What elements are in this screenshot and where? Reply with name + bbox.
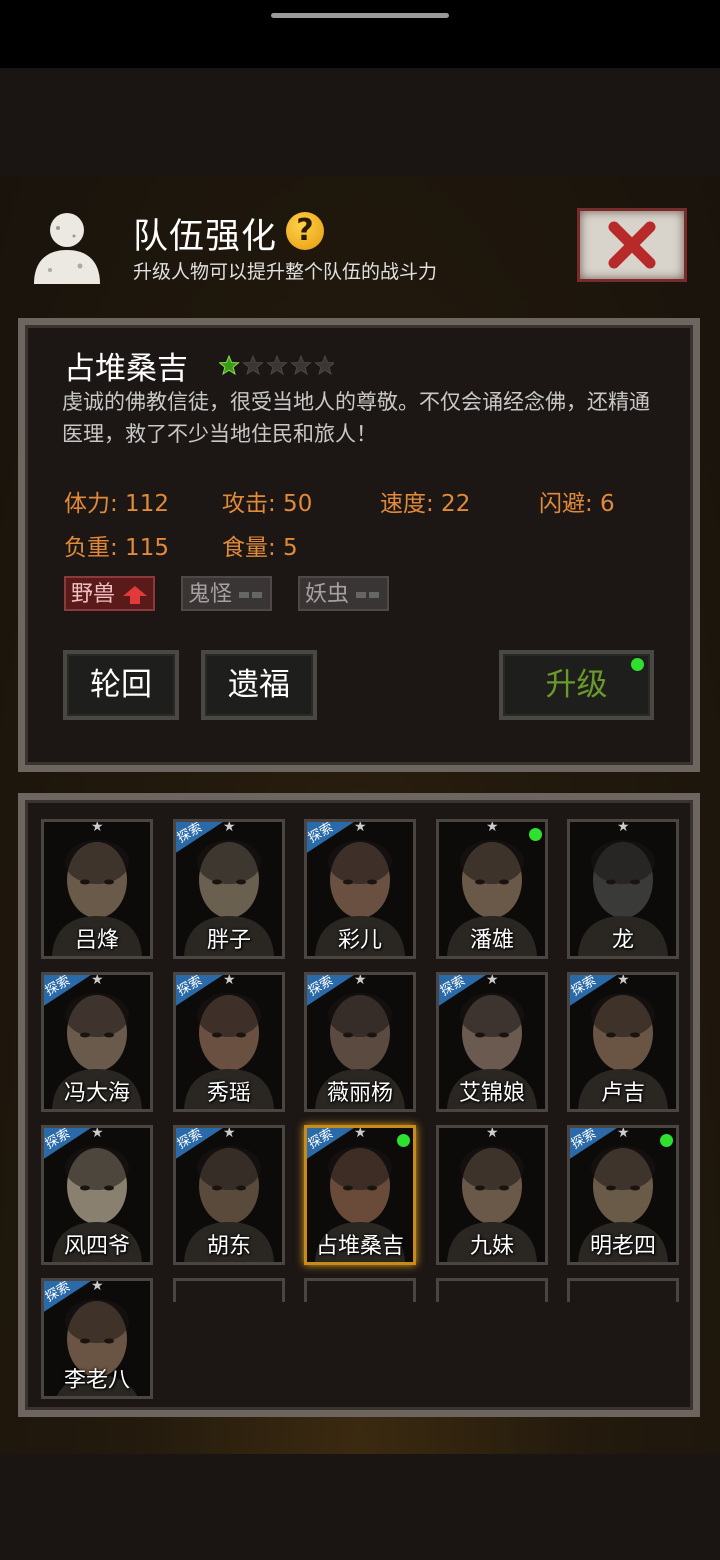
upgrade-available-dot [397, 1134, 410, 1147]
character-label: 龙 [611, 928, 634, 953]
explore-badge: 探索 [570, 975, 620, 1007]
roster-slot-6[interactable]: ★ 冯大海 探索 [41, 972, 153, 1112]
neutral-icon [356, 592, 379, 598]
roster-slot-1[interactable]: ★ 吕烽 [41, 819, 153, 959]
upgrade-available-dot [631, 658, 644, 671]
tag-beast: 野兽 [64, 576, 155, 611]
team-avatar-icon [30, 208, 104, 284]
roster-slot-16[interactable]: ★ 李老八 探索 [41, 1278, 153, 1399]
stat-load: 负重: 115 [64, 535, 169, 561]
explore-badge: 探索 [307, 822, 357, 854]
empty-roster-slot [173, 1278, 285, 1302]
close-icon [608, 221, 656, 269]
character-label: 占堆桑吉 [315, 1234, 404, 1259]
character-label: 九妹 [469, 1234, 514, 1259]
empty-roster-slot [567, 1278, 679, 1302]
close-button[interactable] [577, 208, 687, 282]
explore-badge: 探索 [307, 1128, 357, 1160]
character-label: 冯大海 [63, 1081, 130, 1106]
arrow-up-icon [123, 586, 147, 604]
upgrade-available-dot [529, 828, 542, 841]
rank-star-icon: ★ [617, 819, 630, 835]
upgrade-available-dot [660, 1134, 673, 1147]
legacy-button[interactable]: 遗福 [201, 650, 317, 720]
character-label: 胡东 [206, 1234, 251, 1259]
status-bar [0, 0, 720, 68]
stat-attack: 攻击: 50 [222, 491, 313, 517]
roster-slot-10[interactable]: ★ 卢吉 探索 [567, 972, 679, 1112]
star-filled-icon [218, 354, 240, 376]
character-label: 秀瑶 [206, 1081, 251, 1106]
character-label: 卢吉 [600, 1081, 645, 1106]
home-indicator[interactable] [271, 13, 449, 18]
stat-speed: 速度: 22 [380, 491, 471, 517]
character-label: 薇丽杨 [326, 1081, 393, 1106]
roster-slot-15[interactable]: ★ 明老四 探索 [567, 1125, 679, 1265]
stat-stamina: 体力: 112 [64, 491, 169, 517]
explore-badge: 探索 [439, 975, 489, 1007]
star-empty-icon [290, 354, 312, 376]
stat-food: 食量: 5 [222, 535, 298, 561]
roster-slot-13[interactable]: ★ 占堆桑吉 探索 [304, 1125, 416, 1265]
rank-star-icon: ★ [486, 819, 499, 835]
explore-badge: 探索 [44, 1128, 94, 1160]
roster-slot-5[interactable]: ★ 龙 [567, 819, 679, 959]
character-label: 风四爷 [63, 1234, 130, 1259]
roster-slot-8[interactable]: ★ 薇丽杨 探索 [304, 972, 416, 1112]
roster-slot-14[interactable]: ★ 九妹 [436, 1125, 548, 1265]
tag-ghost-label: 鬼怪 [188, 582, 233, 607]
star-empty-icon [314, 354, 336, 376]
roster-slot-3[interactable]: ★ 彩儿 探索 [304, 819, 416, 959]
character-label: 明老四 [589, 1234, 656, 1259]
character-label: 吕烽 [74, 928, 119, 953]
explore-badge: 探索 [176, 1128, 226, 1160]
stat-dodge: 闪避: 6 [539, 491, 615, 517]
character-label: 胖子 [206, 928, 251, 953]
explore-badge: 探索 [44, 1281, 94, 1313]
top-spacer [0, 68, 720, 176]
rank-star-icon: ★ [91, 819, 104, 835]
tag-beast-label: 野兽 [71, 582, 116, 607]
help-icon[interactable]: ? [286, 212, 324, 250]
explore-badge: 探索 [176, 975, 226, 1007]
roster-slot-12[interactable]: ★ 胡东 探索 [173, 1125, 285, 1265]
character-label: 彩儿 [337, 928, 382, 953]
explore-badge: 探索 [307, 975, 357, 1007]
rank-star-icon: ★ [486, 1125, 499, 1141]
character-description: 虔诚的佛教信徒，很受当地人的尊敬。不仅会诵经念佛，还精通医理，救了不少当地住民和… [62, 390, 650, 446]
page-subtitle: 升级人物可以提升整个队伍的战斗力 [133, 261, 438, 283]
tag-insect-label: 妖虫 [305, 582, 350, 607]
character-label: 李老八 [63, 1368, 130, 1393]
character-stars [218, 354, 336, 378]
roster-slot-9[interactable]: ★ 艾锦娘 探索 [436, 972, 548, 1112]
roster-slot-4[interactable]: ★ 潘雄 [436, 819, 548, 959]
page-title: 队伍强化 [133, 217, 278, 257]
bottom-spacer [0, 1454, 720, 1560]
tag-ghost: 鬼怪 [181, 576, 272, 611]
roster-slot-11[interactable]: ★ 风四爷 探索 [41, 1125, 153, 1265]
character-label: 艾锦娘 [458, 1081, 525, 1106]
explore-badge: 探索 [570, 1128, 620, 1160]
character-name: 占堆桑吉 [64, 351, 188, 387]
star-empty-icon [266, 354, 288, 376]
reincarnate-button[interactable]: 轮回 [63, 650, 179, 720]
empty-roster-slot [304, 1278, 416, 1302]
tag-insect: 妖虫 [298, 576, 389, 611]
explore-badge: 探索 [176, 822, 226, 854]
empty-roster-slot [436, 1278, 548, 1302]
neutral-icon [239, 592, 262, 598]
character-label: 潘雄 [469, 928, 514, 953]
star-empty-icon [242, 354, 264, 376]
explore-badge: 探索 [44, 975, 94, 1007]
roster-slot-7[interactable]: ★ 秀瑶 探索 [173, 972, 285, 1112]
roster-slot-2[interactable]: ★ 胖子 探索 [173, 819, 285, 959]
